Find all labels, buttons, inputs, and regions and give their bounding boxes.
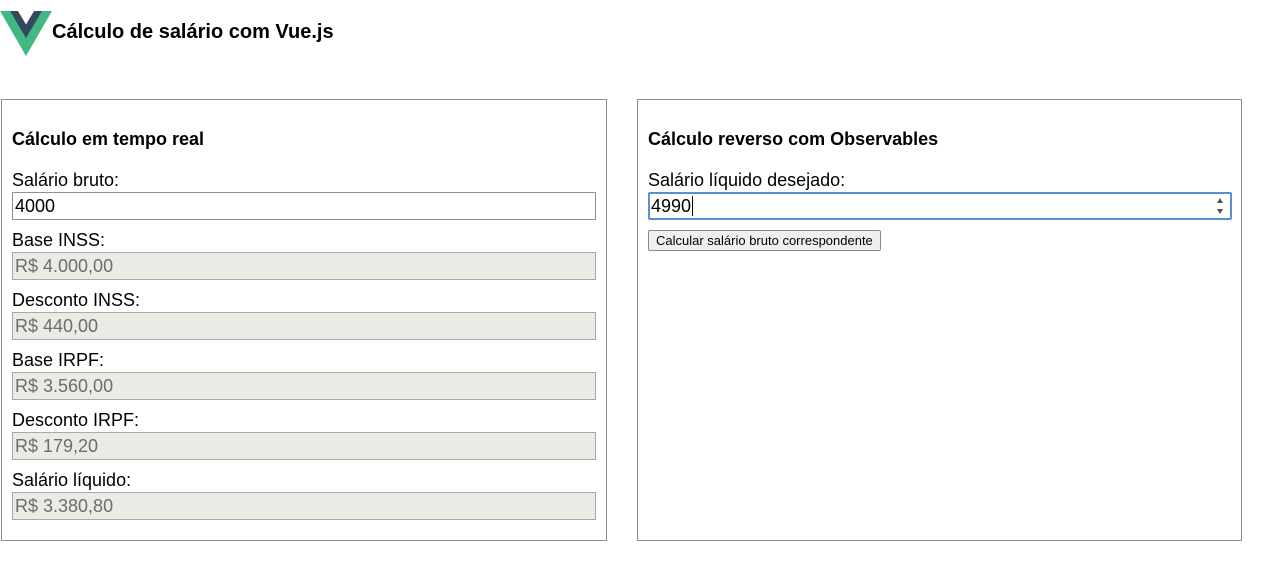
irpf-base-value: R$ 3.560,00 bbox=[12, 372, 596, 400]
text-caret bbox=[692, 196, 694, 217]
inss-base-value: R$ 4.000,00 bbox=[12, 252, 596, 280]
spin-up-icon[interactable] bbox=[1217, 198, 1223, 203]
realtime-panel-title: Cálculo em tempo real bbox=[12, 129, 205, 149]
net-salary-value: R$ 3.380,80 bbox=[12, 492, 596, 520]
desired-net-salary-label: Salário líquido desejado: bbox=[648, 170, 846, 190]
spin-down-icon[interactable] bbox=[1217, 209, 1223, 214]
inss-discount-label: Desconto INSS: bbox=[12, 290, 141, 310]
reverse-panel: Cálculo reverso com Observables Salário … bbox=[637, 99, 1242, 541]
inss-discount-value: R$ 440,00 bbox=[12, 312, 596, 340]
realtime-panel: Cálculo em tempo real Salário bruto: Bas… bbox=[1, 99, 607, 541]
net-salary-label: Salário líquido: bbox=[12, 470, 132, 490]
number-spinner[interactable] bbox=[1214, 196, 1226, 216]
reverse-panel-title: Cálculo reverso com Observables bbox=[648, 129, 939, 149]
inss-base-label: Base INSS: bbox=[12, 230, 106, 250]
app-title: Cálculo de salário com Vue.js bbox=[52, 20, 334, 43]
calculate-gross-salary-button[interactable]: Calcular salário bruto correspondente bbox=[648, 230, 881, 251]
gross-salary-label: Salário bruto: bbox=[12, 170, 120, 190]
desired-net-salary-value: 4990 bbox=[651, 196, 692, 216]
irpf-discount-value: R$ 179,20 bbox=[12, 432, 596, 460]
gross-salary-input[interactable] bbox=[12, 192, 596, 220]
vue-logo-icon bbox=[0, 11, 52, 56]
irpf-base-label: Base IRPF: bbox=[12, 350, 105, 370]
irpf-discount-label: Desconto IRPF: bbox=[12, 410, 140, 430]
desired-net-salary-input[interactable]: 4990 bbox=[648, 192, 1232, 220]
app-header: Cálculo de salário com Vue.js bbox=[0, 10, 334, 58]
